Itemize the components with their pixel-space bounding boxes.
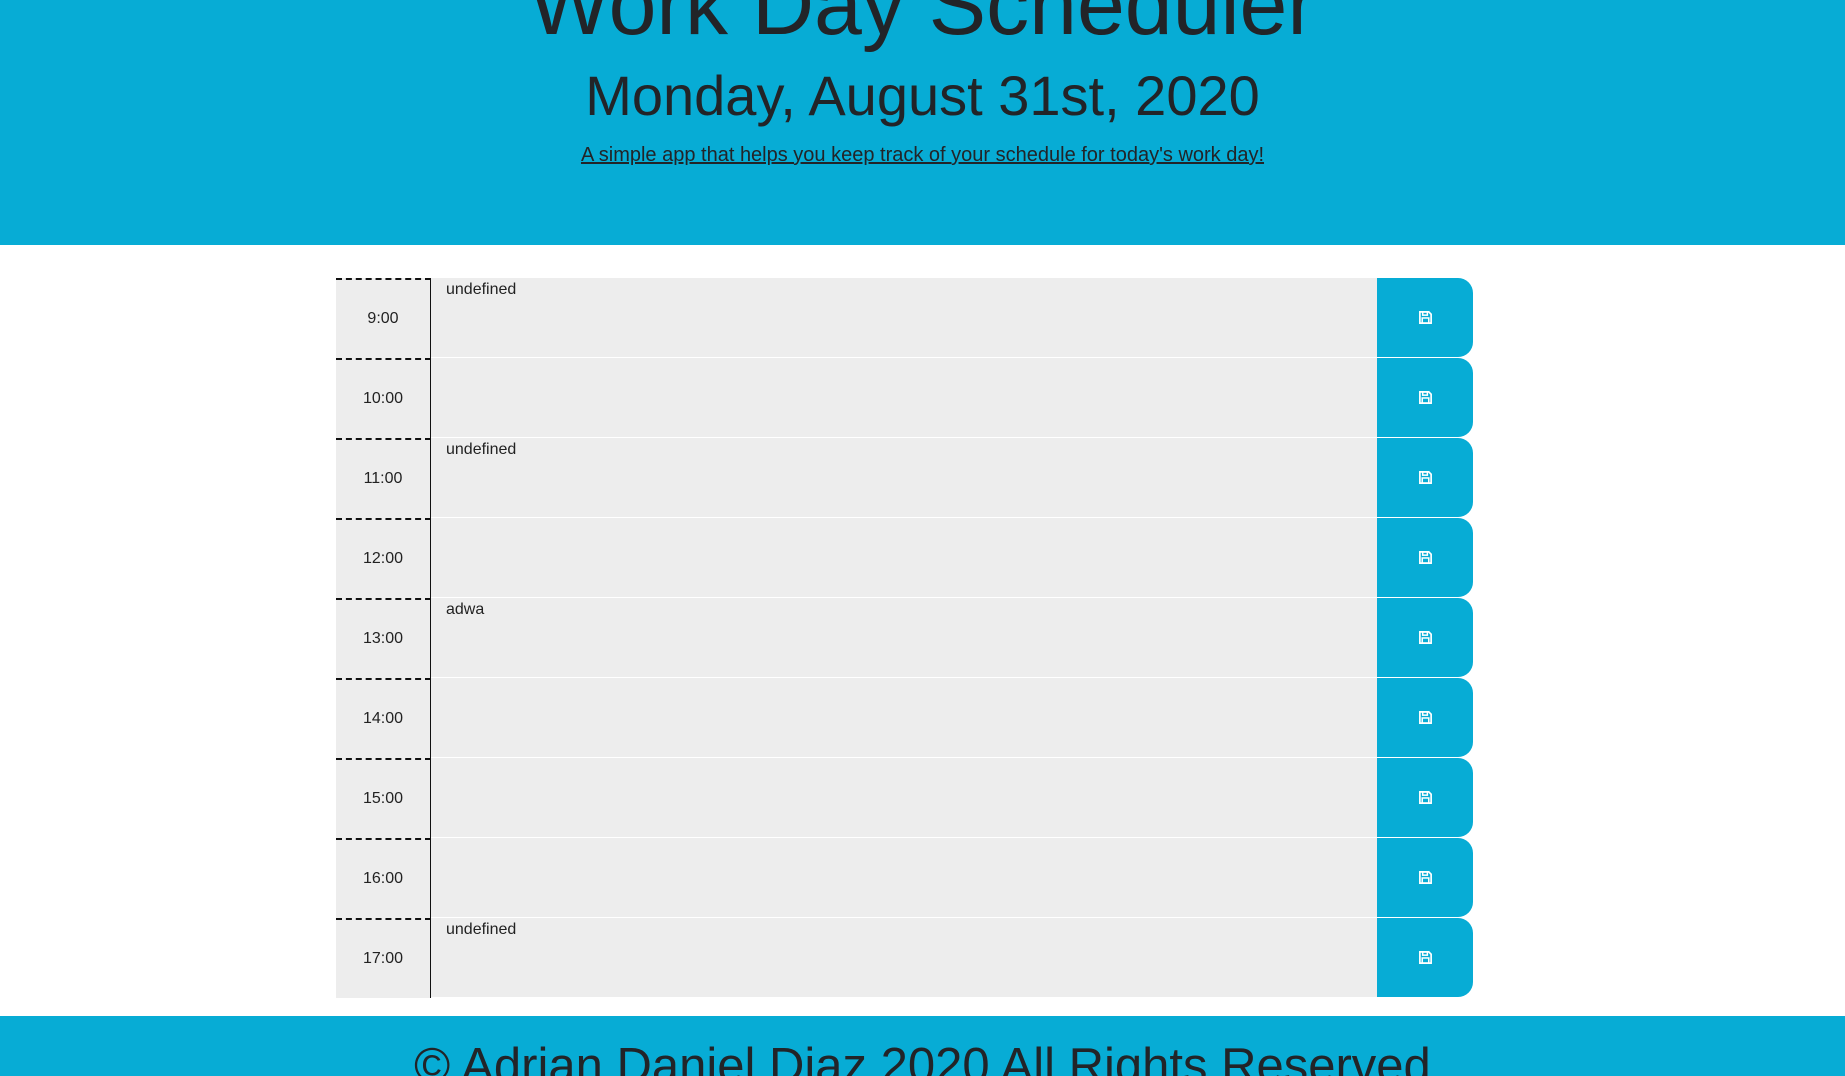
save-button[interactable] bbox=[1377, 358, 1473, 437]
time-block-15: 15:00 bbox=[336, 758, 1476, 838]
hour-label: 10:00 bbox=[336, 358, 431, 438]
save-button[interactable] bbox=[1377, 598, 1473, 677]
save-button[interactable] bbox=[1377, 918, 1473, 997]
floppy-disk-icon bbox=[1418, 311, 1432, 324]
floppy-disk-icon bbox=[1418, 471, 1432, 484]
save-button[interactable] bbox=[1377, 278, 1473, 357]
app-title: Work Day Scheduler bbox=[528, 0, 1317, 53]
floppy-disk-icon bbox=[1418, 871, 1432, 884]
time-block-11: 11:00 undefined bbox=[336, 438, 1476, 518]
footer-copyright: © Adrian Daniel Diaz 2020 All Rights Res… bbox=[414, 1039, 1431, 1076]
time-block-17: 17:00 undefined bbox=[336, 918, 1476, 998]
floppy-disk-icon bbox=[1418, 391, 1432, 404]
save-button[interactable] bbox=[1377, 758, 1473, 837]
time-block-14: 14:00 bbox=[336, 678, 1476, 758]
save-button[interactable] bbox=[1377, 678, 1473, 757]
floppy-disk-icon bbox=[1418, 711, 1432, 724]
header-jumbotron: Work Day Scheduler Monday, August 31st, … bbox=[0, 0, 1845, 245]
hour-label: 17:00 bbox=[336, 918, 431, 998]
hour-label: 9:00 bbox=[336, 278, 431, 358]
lead-text: A simple app that helps you keep track o… bbox=[580, 144, 1265, 166]
description-input[interactable]: adwa bbox=[431, 598, 1377, 678]
time-block-10: 10:00 bbox=[336, 358, 1476, 438]
hour-label: 16:00 bbox=[336, 838, 431, 918]
description-input[interactable] bbox=[431, 358, 1377, 438]
hour-label: 14:00 bbox=[336, 678, 431, 758]
description-input[interactable] bbox=[431, 838, 1377, 918]
save-button[interactable] bbox=[1377, 518, 1473, 597]
floppy-disk-icon bbox=[1418, 551, 1432, 564]
time-block-12: 12:00 bbox=[336, 518, 1476, 598]
description-input[interactable]: undefined bbox=[431, 438, 1377, 518]
time-block-16: 16:00 bbox=[336, 838, 1476, 918]
schedule-container: 9:00 undefined 10:00 11:00 undefined 12:… bbox=[336, 278, 1476, 998]
description-input[interactable] bbox=[431, 518, 1377, 598]
time-block-13: 13:00 adwa bbox=[336, 598, 1476, 678]
hour-label: 13:00 bbox=[336, 598, 431, 678]
current-date: Monday, August 31st, 2020 bbox=[585, 64, 1260, 127]
floppy-disk-icon bbox=[1418, 951, 1432, 964]
hour-label: 11:00 bbox=[336, 438, 431, 518]
description-input[interactable]: undefined bbox=[431, 918, 1377, 998]
save-button[interactable] bbox=[1377, 838, 1473, 917]
hour-label: 15:00 bbox=[336, 758, 431, 838]
save-button[interactable] bbox=[1377, 438, 1473, 517]
time-block-9: 9:00 undefined bbox=[336, 278, 1476, 358]
description-input[interactable]: undefined bbox=[431, 278, 1377, 358]
description-input[interactable] bbox=[431, 758, 1377, 838]
hour-label: 12:00 bbox=[336, 518, 431, 598]
description-input[interactable] bbox=[431, 678, 1377, 758]
floppy-disk-icon bbox=[1418, 631, 1432, 644]
floppy-disk-icon bbox=[1418, 791, 1432, 804]
footer: © Adrian Daniel Diaz 2020 All Rights Res… bbox=[0, 1016, 1845, 1076]
